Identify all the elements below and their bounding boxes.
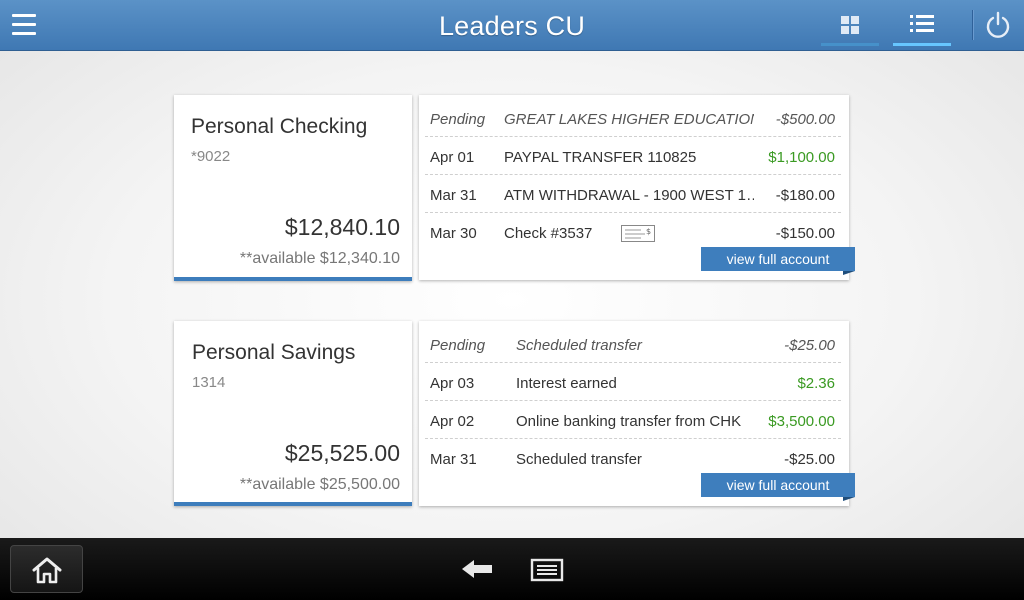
- transaction-date: Apr 02: [430, 413, 475, 430]
- account-available-balance: **available $25,500.00: [239, 476, 400, 493]
- transaction-description: Scheduled transfer: [516, 337, 642, 354]
- view-full-account-label: view full account: [726, 477, 830, 493]
- transaction-description: Check #3537: [504, 225, 593, 242]
- back-arrow-icon[interactable]: [460, 558, 494, 580]
- view-full-account-button[interactable]: view full account: [701, 247, 855, 275]
- transaction-date: Apr 01: [430, 149, 475, 166]
- transaction-amount: $2.36: [797, 375, 835, 392]
- account-number: 1314: [192, 374, 226, 391]
- transaction-amount: -$25.00: [784, 451, 835, 468]
- view-full-account-button[interactable]: view full account: [701, 473, 855, 501]
- check-image-icon[interactable]: $: [621, 225, 655, 242]
- svg-text:$: $: [646, 227, 651, 236]
- home-button[interactable]: [10, 545, 83, 593]
- transaction-description: GREAT LAKES HIGHER EDUCATION…: [504, 111, 754, 128]
- table-row[interactable]: Mar 31 Scheduled transfer -$25.00: [425, 439, 841, 477]
- transaction-amount: -$150.00: [775, 225, 835, 242]
- table-row[interactable]: Pending GREAT LAKES HIGHER EDUCATION… -$…: [425, 99, 841, 137]
- table-row[interactable]: Mar 30 Check #3537 $ -$150.00: [425, 213, 841, 251]
- account-name: Personal Savings: [192, 341, 356, 364]
- account-name: Personal Checking: [191, 115, 368, 138]
- table-row[interactable]: Pending Scheduled transfer -$25.00: [425, 325, 841, 363]
- account-accent-bar: [174, 277, 412, 281]
- transaction-description: Interest earned: [516, 375, 617, 392]
- table-row[interactable]: Apr 02 Online banking transfer from CHK …: [425, 401, 841, 439]
- list-view-button[interactable]: [893, 6, 951, 46]
- account-balance: $25,525.00: [284, 440, 400, 466]
- transaction-description: Scheduled transfer: [516, 451, 642, 468]
- transaction-amount: $3,500.00: [768, 413, 835, 430]
- account-balance: $12,840.10: [284, 214, 400, 240]
- transaction-description: ATM WITHDRAWAL - 1900 WEST 1…: [504, 187, 754, 204]
- list-view-icon: [910, 14, 934, 34]
- account-available-balance: **available $12,340.10: [239, 250, 400, 267]
- account-accent-bar: [174, 502, 412, 506]
- account-number: *9022: [191, 148, 231, 165]
- transaction-date: Pending: [430, 337, 486, 354]
- table-row[interactable]: Mar 31 ATM WITHDRAWAL - 1900 WEST 1… -$1…: [425, 175, 841, 213]
- transaction-date: Mar 30: [430, 225, 477, 242]
- transaction-amount: -$500.00: [775, 111, 835, 128]
- home-icon: [32, 557, 62, 584]
- transaction-date: Mar 31: [430, 451, 477, 468]
- transactions-card-checking: Pending GREAT LAKES HIGHER EDUCATION… -$…: [419, 95, 855, 280]
- transaction-date: Pending: [430, 111, 486, 128]
- grid-view-button[interactable]: [821, 6, 879, 46]
- transaction-amount: -$180.00: [775, 187, 835, 204]
- transaction-date: Apr 03: [430, 375, 475, 392]
- account-card-savings[interactable]: Personal Savings 1314 $25,525.00 **avail…: [174, 321, 412, 506]
- grid-view-icon: [841, 16, 859, 34]
- power-icon[interactable]: [985, 11, 1011, 39]
- table-row[interactable]: Apr 01 PAYPAL TRANSFER 110825 $1,100.00: [425, 137, 841, 175]
- system-navigation-bar: [0, 538, 1024, 600]
- transactions-card-savings: Pending Scheduled transfer -$25.00 Apr 0…: [419, 321, 855, 506]
- transaction-amount: $1,100.00: [768, 149, 835, 166]
- account-card-checking[interactable]: Personal Checking *9022 $12,840.10 **ava…: [174, 95, 412, 281]
- transaction-description: PAYPAL TRANSFER 110825: [504, 149, 697, 166]
- transaction-amount: -$25.00: [784, 337, 835, 354]
- view-full-account-label: view full account: [726, 251, 830, 267]
- recent-apps-icon[interactable]: [530, 558, 564, 582]
- header-divider: [972, 10, 973, 40]
- transaction-description: Online banking transfer from CHK: [516, 413, 742, 430]
- app-header: Leaders CU: [0, 0, 1024, 51]
- table-row[interactable]: Apr 03 Interest earned $2.36: [425, 363, 841, 401]
- transaction-date: Mar 31: [430, 187, 477, 204]
